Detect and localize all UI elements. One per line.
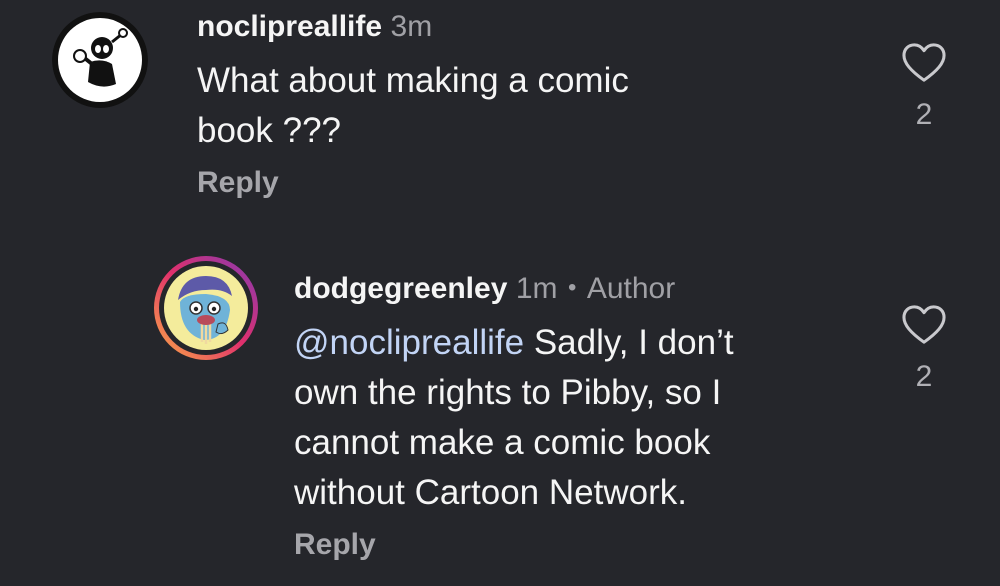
comment-text-rest: own the rights to Pibby, so I cannot mak… (294, 373, 722, 512)
like-count: 2 (915, 360, 933, 393)
like-group: 2 (900, 304, 948, 394)
reply-button[interactable]: Reply (197, 166, 279, 200)
blue-face-avatar-icon (154, 256, 258, 360)
author-badge: Author (586, 272, 676, 305)
avatar[interactable] (52, 12, 148, 108)
timestamp: 3m (390, 10, 433, 43)
like-count: 2 (915, 98, 933, 131)
comment-header: dodgegreenley 1m • Author (294, 272, 675, 306)
timestamp: 1m (515, 272, 558, 305)
username[interactable]: dodgegreenley (294, 272, 507, 305)
mention-link[interactable]: @noclipreallife (294, 323, 524, 362)
reply-button[interactable]: Reply (294, 528, 376, 562)
avatar[interactable] (152, 254, 260, 362)
comment-text: @noclipreallife Sadly, I don’t own the ri… (294, 318, 894, 518)
comment-header: noclipreallife 3m (197, 10, 432, 44)
cartoon-character-avatar-icon (52, 12, 148, 108)
heart-icon[interactable] (901, 42, 947, 84)
comment-text: What about making a comic book ??? (197, 61, 629, 150)
comment-text-first-line: Sadly, I don’t (524, 323, 734, 362)
username[interactable]: noclipreallife (197, 10, 382, 43)
heart-icon[interactable] (901, 304, 947, 346)
separator: • (567, 274, 577, 301)
like-group: 2 (900, 42, 948, 132)
